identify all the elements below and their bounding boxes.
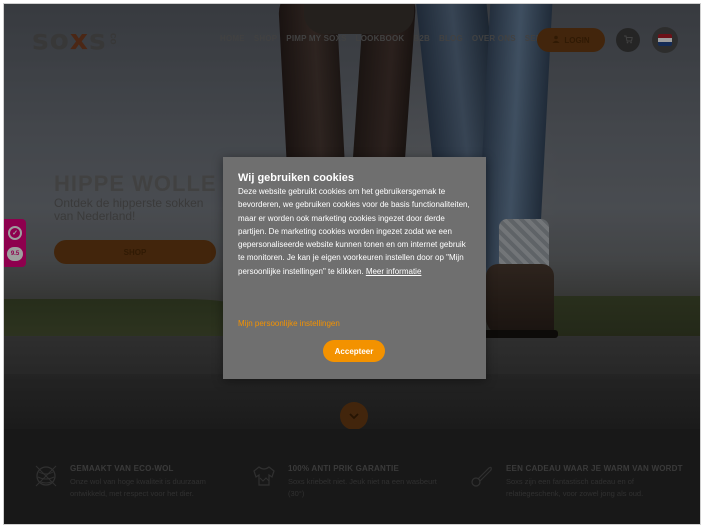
accept-cookies-button[interactable]: Accepteer [323,340,385,362]
browser-viewport: soxs co HOME SHOP PIMP MY SOXS LOOKBOOK … [3,3,701,525]
cookie-consent-dialog: Wij gebruiken cookies Deze website gebru… [223,157,486,379]
more-info-link[interactable]: Meer informatie [366,267,422,276]
cookie-dialog-body: Deze website gebruikt cookies om het geb… [238,187,470,276]
cookie-dialog-title: Wij gebruiken cookies [238,172,355,184]
personal-settings-link[interactable]: Mijn persoonlijke instellingen [238,319,340,328]
